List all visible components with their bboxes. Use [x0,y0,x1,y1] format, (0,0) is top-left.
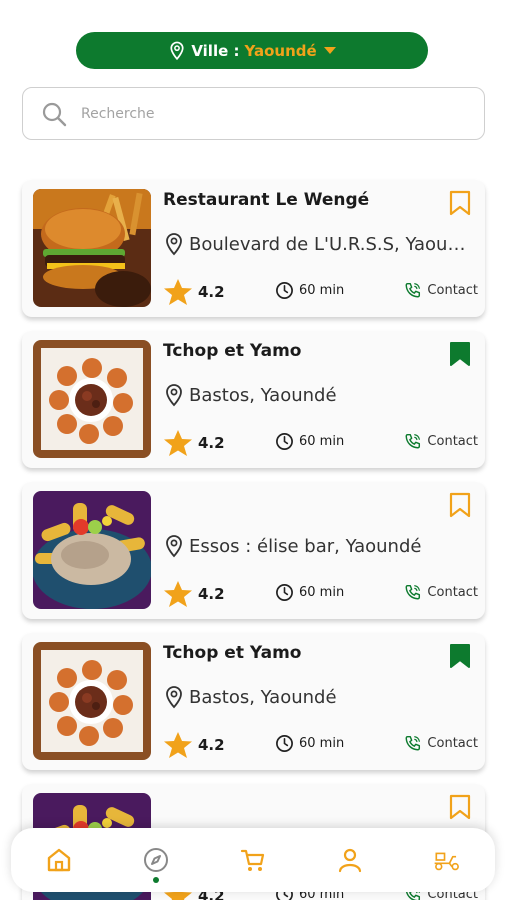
contact-label: Contact [427,735,478,751]
clock-icon [276,735,293,752]
clock-icon [276,282,293,299]
city-value: Yaoundé [244,41,317,60]
location-pin-icon [166,535,182,558]
delivery-time-value: 60 min [299,283,345,298]
nav-cart[interactable] [233,840,273,880]
restaurant-address: Bastos, Yaoundé [163,685,473,709]
restaurant-name: Restaurant Le Wengé [163,190,370,210]
restaurant-card[interactable]: Tchop et Yamo Bastos, Yaoundé 4.2 60 min… [22,331,485,468]
star-icon [164,279,192,305]
contact-label: Contact [427,282,478,298]
phone-icon [405,282,421,298]
delivery-time: 60 min [275,583,344,602]
restaurant-meta: 4.2 60 min Contact [163,429,478,457]
location-pin-icon [166,233,182,256]
bookmark-icon[interactable] [449,794,471,820]
rating: 4.2 [163,429,225,457]
city-selector[interactable]: Ville : Yaoundé [76,32,428,69]
delivery-time-value: 60 min [299,736,345,751]
location-pin-icon [170,41,184,60]
restaurant-meta: 4.2 60 min Contact [163,580,478,608]
rating: 4.2 [163,278,225,306]
restaurant-meta: 4.2 60 min Contact [163,731,478,759]
rating: 4.2 [163,580,225,608]
restaurant-image [33,189,151,307]
user-icon [338,848,361,873]
restaurant-name: Tchop et Yamo [163,341,302,361]
delivery-scooter-icon [434,852,459,871]
address-text: Bastos, Yaoundé [189,384,337,406]
location-pin-icon [166,384,182,407]
restaurant-meta: 4.2 60 min Contact [163,278,478,306]
restaurant-image [33,491,151,609]
address-text: Bastos, Yaoundé [189,686,337,708]
phone-icon [405,735,421,751]
nav-profile[interactable] [330,840,370,880]
star-icon [164,581,192,607]
contact-label: Contact [427,584,478,600]
home-icon [48,848,71,872]
rating-value: 4.2 [198,434,225,452]
rating-value: 4.2 [198,283,225,301]
search-icon [42,102,67,126]
bookmark-filled-icon[interactable] [449,341,471,367]
restaurant-image [33,642,151,760]
search-input[interactable] [81,105,441,122]
city-label: Ville : [191,41,240,60]
delivery-time: 60 min [275,734,344,753]
contact-button[interactable]: Contact [404,432,478,450]
nav-home[interactable] [39,840,79,880]
contact-button[interactable]: Contact [404,583,478,601]
clock-icon [276,433,293,450]
phone-icon [405,433,421,449]
star-icon [164,430,192,456]
restaurant-card[interactable]: Restaurant Le Wengé Boulevard de L'U.R.S… [22,180,485,317]
contact-button[interactable]: Contact [404,734,478,752]
delivery-time-value: 60 min [299,434,345,449]
compass-icon [144,848,169,872]
restaurant-list: Restaurant Le Wengé Boulevard de L'U.R.S… [22,180,485,900]
delivery-time-value: 60 min [299,585,345,600]
restaurant-address: Boulevard de L'U.R.S.S, Yaoundé [163,232,473,256]
chevron-down-icon [323,47,336,54]
bookmark-filled-icon[interactable] [449,643,471,669]
restaurant-card[interactable]: Tchop et Yamo Bastos, Yaoundé 4.2 60 min… [22,633,485,770]
nav-delivery[interactable] [427,840,467,880]
star-icon [164,732,192,758]
restaurant-address: Bastos, Yaoundé [163,383,473,407]
search-bar[interactable] [22,87,485,140]
restaurant-card[interactable]: Essos : élise bar, Yaoundé 4.2 60 min Co… [22,482,485,619]
phone-icon [405,584,421,600]
address-text: Boulevard de L'U.R.S.S, Yaoundé [189,233,473,255]
delivery-time: 60 min [275,281,344,300]
address-text: Essos : élise bar, Yaoundé [189,535,422,557]
location-pin-icon [166,686,182,709]
active-indicator [153,877,160,883]
bookmark-icon[interactable] [449,492,471,518]
restaurant-name: Tchop et Yamo [163,643,302,663]
nav-explore[interactable] [136,840,176,883]
cart-icon [240,849,265,871]
rating-value: 4.2 [198,736,225,754]
clock-icon [276,584,293,601]
contact-button[interactable]: Contact [404,281,478,299]
restaurant-image [33,340,151,458]
delivery-time: 60 min [275,432,344,451]
rating: 4.2 [163,731,225,759]
bottom-navigation [11,828,495,892]
rating-value: 4.2 [198,585,225,603]
restaurant-address: Essos : élise bar, Yaoundé [163,534,473,558]
bookmark-icon[interactable] [449,190,471,216]
contact-label: Contact [427,433,478,449]
